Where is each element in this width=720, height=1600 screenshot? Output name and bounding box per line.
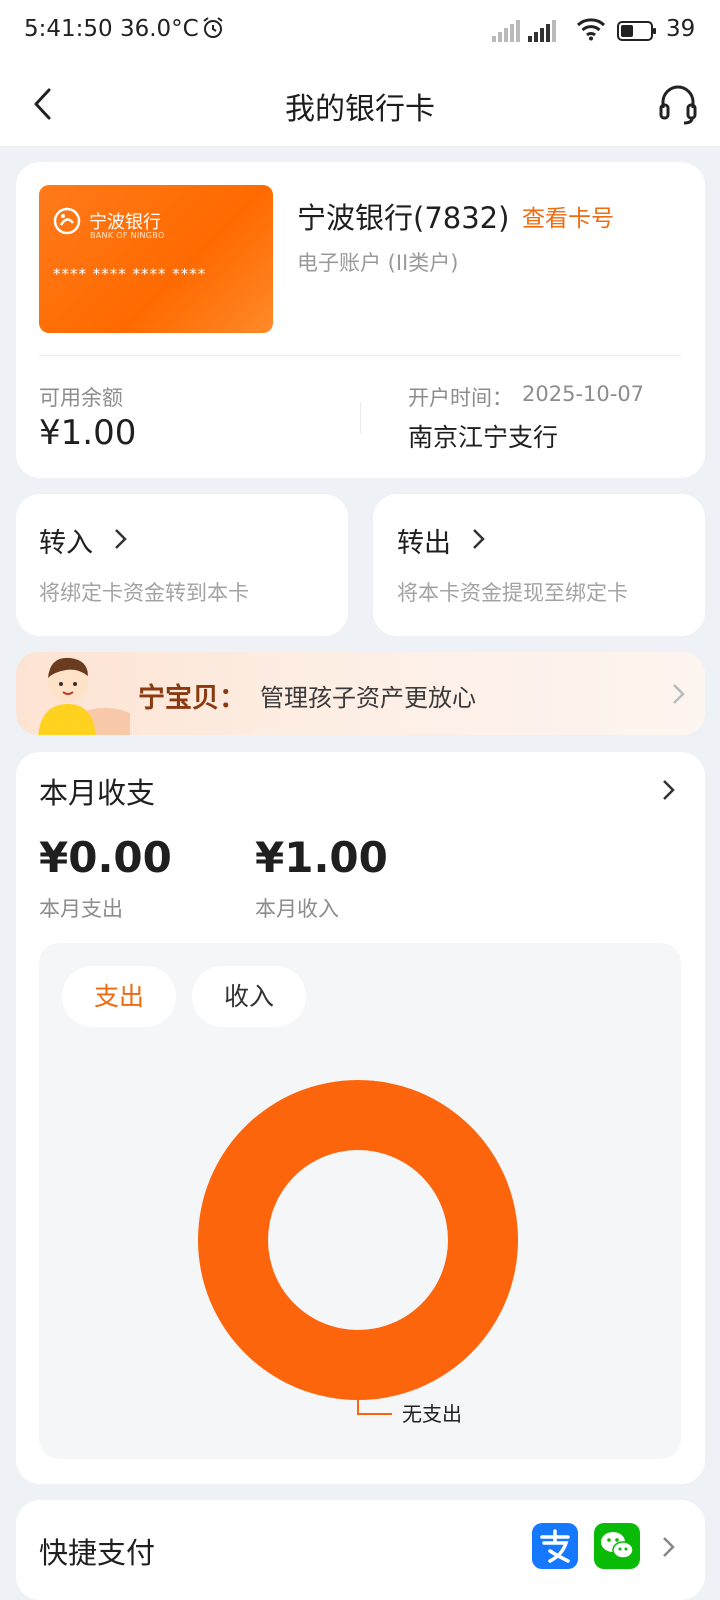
donut-slice [198,1080,518,1400]
signal-icon [492,20,520,42]
tab-income[interactable]: 收入 [192,966,306,1027]
transfer-in-desc: 将绑定卡资金转到本卡 [39,581,249,605]
transfer-out-card[interactable] [373,494,705,636]
alarm-icon [203,17,223,38]
monthly-expense-label: 本月支出 [39,897,123,921]
tab-expense[interactable]: 支出 [62,966,176,1027]
transfer-in-title: 转入 [39,528,93,559]
signal-icon-2 [528,20,556,42]
wifi-icon [576,18,606,41]
vertical-divider [360,402,361,434]
monthly-income-amount: ¥1.00 [255,833,388,882]
open-date-value: 2025-10-07 [522,382,645,406]
divider [39,355,681,356]
promo-banner[interactable]: 宁宝贝： 管理孩子资产更放心 [16,652,705,735]
view-card-number-link[interactable]: 查看卡号 [522,199,614,233]
bank-logo-en: BANK OF NINGBO [90,231,165,240]
monthly-expense-amount: ¥0.00 [39,833,172,882]
donut-label: 无支出 [402,1402,462,1426]
bank-name: 宁波银行(7832) [297,201,510,235]
chevron-right-icon[interactable] [660,1535,676,1559]
wechat-pay-icon [594,1523,640,1569]
card-masked-number: **** **** **** **** [53,265,207,283]
back-button[interactable] [24,84,64,124]
chevron-right-icon [115,529,127,549]
account-type: 电子账户 (II类户) [297,251,459,275]
quick-pay-title: 快捷支付 [39,1536,156,1570]
monthly-income-label: 本月收入 [255,897,339,921]
bank-logo-icon [53,207,81,235]
kid-mascot-icon [38,657,130,735]
balance-label: 可用余额 [39,386,123,410]
chevron-right-icon [673,684,685,704]
alipay-icon [532,1523,578,1569]
transfer-out-title: 转出 [397,528,451,559]
monthly-title: 本月收支 [39,776,156,810]
open-date-label: 开户时间： [408,386,513,410]
chevron-right-icon [473,529,485,549]
banner-title: 宁宝贝： [138,683,246,714]
balance-value: ¥1.00 [39,413,137,453]
transfer-out-desc: 将本卡资金提现至绑定卡 [397,581,628,605]
banner-desc: 管理孩子资产更放心 [260,684,476,712]
battery-level: 39 [666,16,696,42]
battery-icon [617,21,656,41]
chevron-right-icon[interactable] [660,778,676,802]
branch-name: 南京江宁支行 [408,423,559,452]
nav-bar [0,62,720,146]
status-time-temp: 5:41:50 36.0°C [24,16,199,42]
customer-service-icon[interactable] [656,82,700,126]
donut-chart: 无支出 [198,1080,518,1426]
transfer-in-card[interactable] [16,494,348,636]
bank-card-image: 宁波银行 BANK OF NINGBO **** **** **** **** [39,185,273,333]
